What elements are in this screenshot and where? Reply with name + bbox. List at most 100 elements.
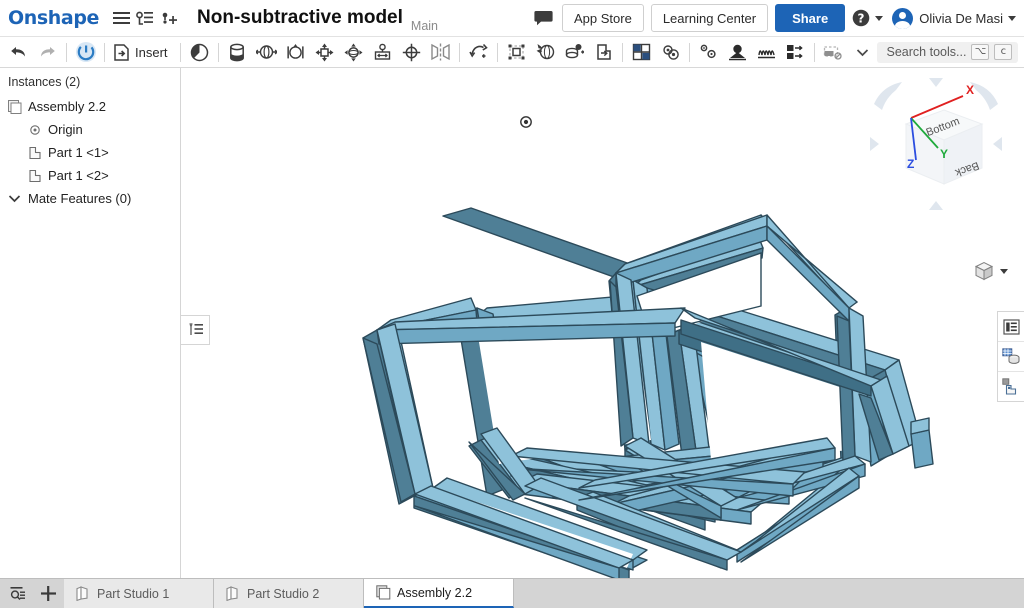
part-icon xyxy=(26,168,43,184)
toolbar-separator xyxy=(458,42,460,62)
share-button[interactable]: Share xyxy=(775,4,846,32)
search-tabs-icon[interactable] xyxy=(6,582,30,606)
axis-y-label: Y xyxy=(940,147,948,161)
main-toolbar: Insert Search tools... ⌥ c xyxy=(0,37,1024,68)
mirror-mate-icon[interactable] xyxy=(426,39,455,66)
workspace-body: Instances (2) Assembly 2.2 Origin Part 1… xyxy=(0,68,1024,578)
cylindrical-mate-icon[interactable] xyxy=(281,39,310,66)
tab-part-studio-1[interactable]: Part Studio 1 xyxy=(64,579,214,608)
tab-bar-empty-area xyxy=(514,579,1024,608)
tab-label: Part Studio 2 xyxy=(247,586,320,601)
instance-list-icon xyxy=(189,323,203,335)
tree-item-label: Part 1 <2> xyxy=(48,168,109,183)
help-menu[interactable]: ? xyxy=(852,9,884,27)
instances-panel-title: Instances (2) xyxy=(8,75,81,89)
toolbar-separator xyxy=(813,42,815,62)
insert-button[interactable]: Insert xyxy=(109,39,176,66)
insert-feature-icon[interactable] xyxy=(752,39,781,66)
ball-mate-icon[interactable] xyxy=(339,39,368,66)
app-store-button[interactable]: App Store xyxy=(562,4,644,32)
part-studio-icon xyxy=(226,586,238,601)
pattern-icon[interactable] xyxy=(560,39,589,66)
user-menu[interactable]: Olivia De Masi xyxy=(892,7,1016,29)
chevron-down-icon xyxy=(1000,268,1008,274)
version-graph-icon[interactable] xyxy=(133,5,157,31)
instances-panel: Instances (2) Assembly 2.2 Origin Part 1… xyxy=(0,68,210,578)
toolbar-separator xyxy=(217,42,219,62)
learning-center-button[interactable]: Learning Center xyxy=(650,4,769,32)
toolbar-separator xyxy=(66,42,67,62)
right-tool-rail xyxy=(997,311,1024,402)
insert-label: Insert xyxy=(135,44,168,60)
graphics-viewport[interactable]: .f-lt { fill:#8ec2da; stroke:#2c4a5a; st… xyxy=(181,68,1024,578)
avatar xyxy=(892,7,914,29)
onshape-application: Onshape Non-subtractive model Main App S… xyxy=(0,0,1024,608)
display-state-icon[interactable] xyxy=(781,39,810,66)
tree-item-label: Mate Features (0) xyxy=(28,191,132,206)
onshape-logo[interactable]: Onshape xyxy=(8,8,99,28)
search-placeholder: Search tools... xyxy=(886,45,967,59)
hamburger-menu-icon[interactable] xyxy=(109,5,133,31)
rotate-left-arrow xyxy=(870,137,879,151)
group-mate-icon[interactable] xyxy=(464,39,493,66)
add-tab-icon[interactable] xyxy=(36,582,60,606)
planar-mate-icon[interactable] xyxy=(310,39,339,66)
rotate-right-arrow xyxy=(993,137,1002,151)
part-studio-icon xyxy=(76,586,88,601)
view-cube[interactable]: Bottom Back X Y Z xyxy=(866,74,1006,214)
rotate-down-arrow xyxy=(929,201,943,210)
chevron-down-icon xyxy=(875,15,884,21)
search-tools-input[interactable]: Search tools... ⌥ c xyxy=(876,41,1019,63)
transform-icon[interactable] xyxy=(502,39,531,66)
create-branch-icon[interactable] xyxy=(157,5,181,31)
undo-icon[interactable] xyxy=(4,39,33,66)
parallel-mate-icon[interactable] xyxy=(397,39,426,66)
toolbar-separator xyxy=(179,42,181,62)
axis-z-label: Z xyxy=(907,157,914,171)
instance-properties-icon[interactable] xyxy=(998,372,1024,401)
origin-point-marker xyxy=(520,116,532,128)
rotate-up-arrow xyxy=(929,78,943,87)
replicate-icon[interactable] xyxy=(531,39,560,66)
appearance-icon[interactable] xyxy=(998,342,1024,372)
gear-tool-icon[interactable] xyxy=(656,39,685,66)
insert-icon xyxy=(114,43,129,61)
toolbar-separator xyxy=(496,42,498,62)
toolbar-separator xyxy=(621,42,623,62)
assembly-icon xyxy=(376,585,391,600)
tree-item-origin[interactable]: Origin xyxy=(0,118,180,141)
tab-part-studio-2[interactable]: Part Studio 2 xyxy=(214,579,364,608)
pin-slot-mate-icon[interactable] xyxy=(368,39,397,66)
fastened-mate-icon[interactable] xyxy=(223,39,252,66)
tree-item-assembly[interactable]: Assembly 2.2 xyxy=(0,95,180,118)
tab-assembly-2-2[interactable]: Assembly 2.2 xyxy=(364,579,514,608)
tree-item-part-1-instance-1[interactable]: Part 1 <1> xyxy=(0,141,180,164)
hide-show-dropdown-icon[interactable] xyxy=(848,39,877,66)
top-header-bar: Onshape Non-subtractive model Main App S… xyxy=(0,0,1024,37)
feature-list-icon[interactable] xyxy=(998,312,1024,342)
hide-show-icon[interactable] xyxy=(819,39,848,66)
instance-list-toggle-button[interactable] xyxy=(181,315,210,345)
part-icon xyxy=(26,145,43,161)
document-title[interactable]: Non-subtractive model xyxy=(197,7,403,29)
comment-icon[interactable] xyxy=(528,5,558,31)
toolbar-separator xyxy=(688,42,690,62)
workspace-branch-label[interactable]: Main xyxy=(411,19,438,33)
bottom-tab-bar: Part Studio 1 Part Studio 2 Assembly 2.2 xyxy=(0,578,1024,608)
assembly-icon xyxy=(6,99,23,115)
spring-tool-icon[interactable] xyxy=(694,39,723,66)
assembly-feature-icon[interactable] xyxy=(627,39,656,66)
revolute-mate-icon[interactable] xyxy=(185,39,214,66)
view-orientation-icon xyxy=(974,261,994,281)
slider-mate-icon[interactable] xyxy=(252,39,281,66)
rebuild-icon[interactable] xyxy=(71,39,100,66)
view-orientation-menu[interactable] xyxy=(973,260,1008,282)
redo-icon[interactable] xyxy=(33,39,62,66)
tree-item-part-1-instance-2[interactable]: Part 1 <2> xyxy=(0,164,180,187)
explode-icon[interactable] xyxy=(589,39,618,66)
tab-label: Part Studio 1 xyxy=(97,586,170,601)
tree-item-mate-features[interactable]: Mate Features (0) xyxy=(0,187,180,210)
chevron-down-icon[interactable] xyxy=(6,191,23,207)
svg-text:?: ? xyxy=(858,11,865,25)
belt-tool-icon[interactable] xyxy=(723,39,752,66)
